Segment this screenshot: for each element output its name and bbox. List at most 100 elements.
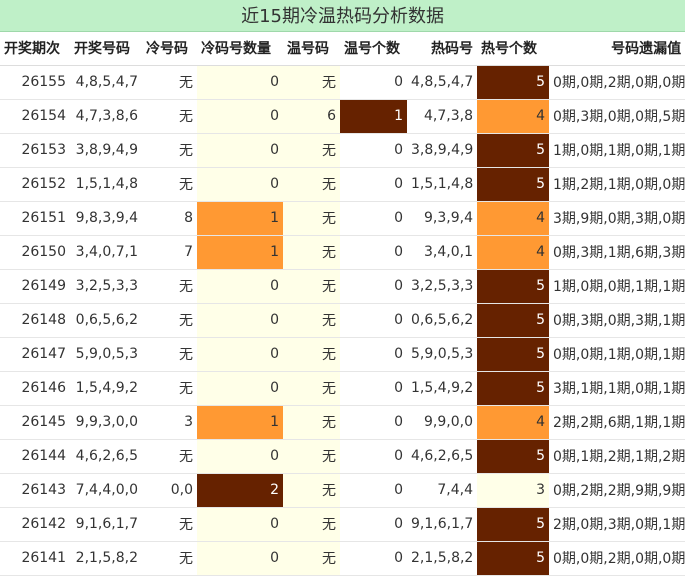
cold-number-cell: 7 <box>142 235 197 270</box>
hot-number-cell: 1,5,1,4,8 <box>407 167 477 202</box>
hot-count-cell: 5 <box>477 65 549 100</box>
numbers-cell: 9,1,6,1,7 <box>70 507 142 542</box>
warm-count-cell: 0 <box>340 235 407 270</box>
column-header: 冷号码 <box>142 31 197 66</box>
cold-count-cell: 0 <box>197 167 283 202</box>
warm-number-cell: 无 <box>283 65 340 100</box>
cold-count-cell: 1 <box>197 201 283 236</box>
period-cell: 26143 <box>0 473 70 508</box>
warm-number-cell: 无 <box>283 507 340 542</box>
column-header: 开奖号码 <box>70 31 142 66</box>
warm-number-cell: 6 <box>283 99 340 134</box>
warm-count-cell: 0 <box>340 337 407 372</box>
miss-value-cell: 1期,0期,0期,1期,1期 <box>549 269 685 304</box>
cold-count-cell: 0 <box>197 507 283 542</box>
cold-count-cell: 0 <box>197 269 283 304</box>
cold-number-cell: 无 <box>142 269 197 304</box>
period-cell: 26155 <box>0 65 70 100</box>
cold-number-cell: 0,0 <box>142 473 197 508</box>
cold-number-cell: 无 <box>142 99 197 134</box>
numbers-cell: 3,8,9,4,9 <box>70 133 142 168</box>
table-body: 26155 4,8,5,4,7 无 0 无 0 4,8,5,4,7 5 0期,0期,2期,0期,… <box>0 65 685 576</box>
numbers-cell: 0,6,5,6,2 <box>70 303 142 338</box>
hot-count-cell: 3 <box>477 473 549 508</box>
table-row: 26155 4,8,5,4,7 无 0 无 0 4,8,5,4,7 5 0期,0期,2期,0期,… <box>0 65 685 100</box>
miss-value-cell: 1期,2期,1期,0期,0期 <box>549 167 685 202</box>
cold-count-cell: 0 <box>197 337 283 372</box>
cold-count-cell: 1 <box>197 235 283 270</box>
warm-count-cell: 1 <box>340 99 407 134</box>
warm-count-cell: 0 <box>340 133 407 168</box>
warm-number-cell: 无 <box>283 303 340 338</box>
hot-count-cell: 4 <box>477 201 549 236</box>
numbers-cell: 4,8,5,4,7 <box>70 65 142 100</box>
miss-value-cell: 3期,1期,1期,0期,1期 <box>549 371 685 406</box>
hot-number-cell: 9,1,6,1,7 <box>407 507 477 542</box>
warm-count-cell: 0 <box>340 541 407 576</box>
table-row: 26154 4,7,3,8,6 无 0 6 1 4,7,3,8 4 0期,3期,0期,0期,5期 <box>0 99 685 134</box>
warm-number-cell: 无 <box>283 541 340 576</box>
warm-number-cell: 无 <box>283 133 340 168</box>
hot-number-cell: 3,2,5,3,3 <box>407 269 477 304</box>
hot-number-cell: 7,4,4 <box>407 473 477 508</box>
warm-number-cell: 无 <box>283 405 340 440</box>
cold-number-cell: 无 <box>142 439 197 474</box>
warm-number-cell: 无 <box>283 235 340 270</box>
period-cell: 26144 <box>0 439 70 474</box>
numbers-cell: 2,1,5,8,2 <box>70 541 142 576</box>
cold-number-cell: 无 <box>142 337 197 372</box>
miss-value-cell: 0期,0期,2期,0期,0期 <box>549 65 685 100</box>
hot-count-cell: 4 <box>477 99 549 134</box>
hot-number-cell: 5,9,0,5,3 <box>407 337 477 372</box>
hot-number-cell: 4,7,3,8 <box>407 99 477 134</box>
table-row: 26148 0,6,5,6,2 无 0 无 0 0,6,5,6,2 5 0期,3期,0期,3期,… <box>0 303 685 338</box>
hot-count-cell: 5 <box>477 133 549 168</box>
warm-count-cell: 0 <box>340 303 407 338</box>
warm-number-cell: 无 <box>283 269 340 304</box>
miss-value-cell: 0期,3期,1期,6期,3期 <box>549 235 685 270</box>
column-header: 热码号 <box>407 31 477 66</box>
hot-number-cell: 9,9,0,0 <box>407 405 477 440</box>
warm-count-cell: 0 <box>340 507 407 542</box>
miss-value-cell: 1期,0期,1期,0期,1期 <box>549 133 685 168</box>
hot-number-cell: 4,8,5,4,7 <box>407 65 477 100</box>
cold-count-cell: 0 <box>197 99 283 134</box>
cold-number-cell: 3 <box>142 405 197 440</box>
hot-number-cell: 1,5,4,9,2 <box>407 371 477 406</box>
cold-count-cell: 1 <box>197 405 283 440</box>
period-cell: 26147 <box>0 337 70 372</box>
table-row: 26142 9,1,6,1,7 无 0 无 0 9,1,6,1,7 5 2期,0期,3期,0期,… <box>0 507 685 542</box>
hot-count-cell: 5 <box>477 337 549 372</box>
warm-count-cell: 0 <box>340 405 407 440</box>
table-row: 26150 3,4,0,7,1 7 1 无 0 3,4,0,1 4 0期,3期,1期,6期,3期 <box>0 235 685 270</box>
numbers-cell: 4,6,2,6,5 <box>70 439 142 474</box>
hot-count-cell: 5 <box>477 439 549 474</box>
table-row: 26143 7,4,4,0,0 0,0 2 无 0 7,4,4 3 0期,2期,2期,9期,9期 <box>0 473 685 508</box>
table-row: 26153 3,8,9,4,9 无 0 无 0 3,8,9,4,9 5 1期,0期,1期,0期,… <box>0 133 685 168</box>
cold-count-cell: 0 <box>197 541 283 576</box>
hot-count-cell: 5 <box>477 371 549 406</box>
numbers-cell: 9,9,3,0,0 <box>70 405 142 440</box>
warm-count-cell: 0 <box>340 473 407 508</box>
cold-count-cell: 0 <box>197 371 283 406</box>
cold-number-cell: 无 <box>142 167 197 202</box>
hot-number-cell: 3,8,9,4,9 <box>407 133 477 168</box>
warm-count-cell: 0 <box>340 65 407 100</box>
period-cell: 26146 <box>0 371 70 406</box>
numbers-cell: 1,5,1,4,8 <box>70 167 142 202</box>
period-cell: 26150 <box>0 235 70 270</box>
miss-value-cell: 2期,0期,3期,0期,1期 <box>549 507 685 542</box>
cold-number-cell: 无 <box>142 371 197 406</box>
cold-count-cell: 0 <box>197 303 283 338</box>
cold-number-cell: 无 <box>142 507 197 542</box>
period-cell: 26145 <box>0 405 70 440</box>
period-cell: 26142 <box>0 507 70 542</box>
column-header: 冷码号数量 <box>197 31 283 66</box>
cold-count-cell: 0 <box>197 439 283 474</box>
table-title: 近15期冷温热码分析数据 <box>0 0 685 32</box>
table-row: 26147 5,9,0,5,3 无 0 无 0 5,9,0,5,3 5 0期,0期,1期,0期,… <box>0 337 685 372</box>
warm-number-cell: 无 <box>283 337 340 372</box>
cold-number-cell: 8 <box>142 201 197 236</box>
miss-value-cell: 3期,9期,0期,3期,0期 <box>549 201 685 236</box>
numbers-cell: 9,8,3,9,4 <box>70 201 142 236</box>
